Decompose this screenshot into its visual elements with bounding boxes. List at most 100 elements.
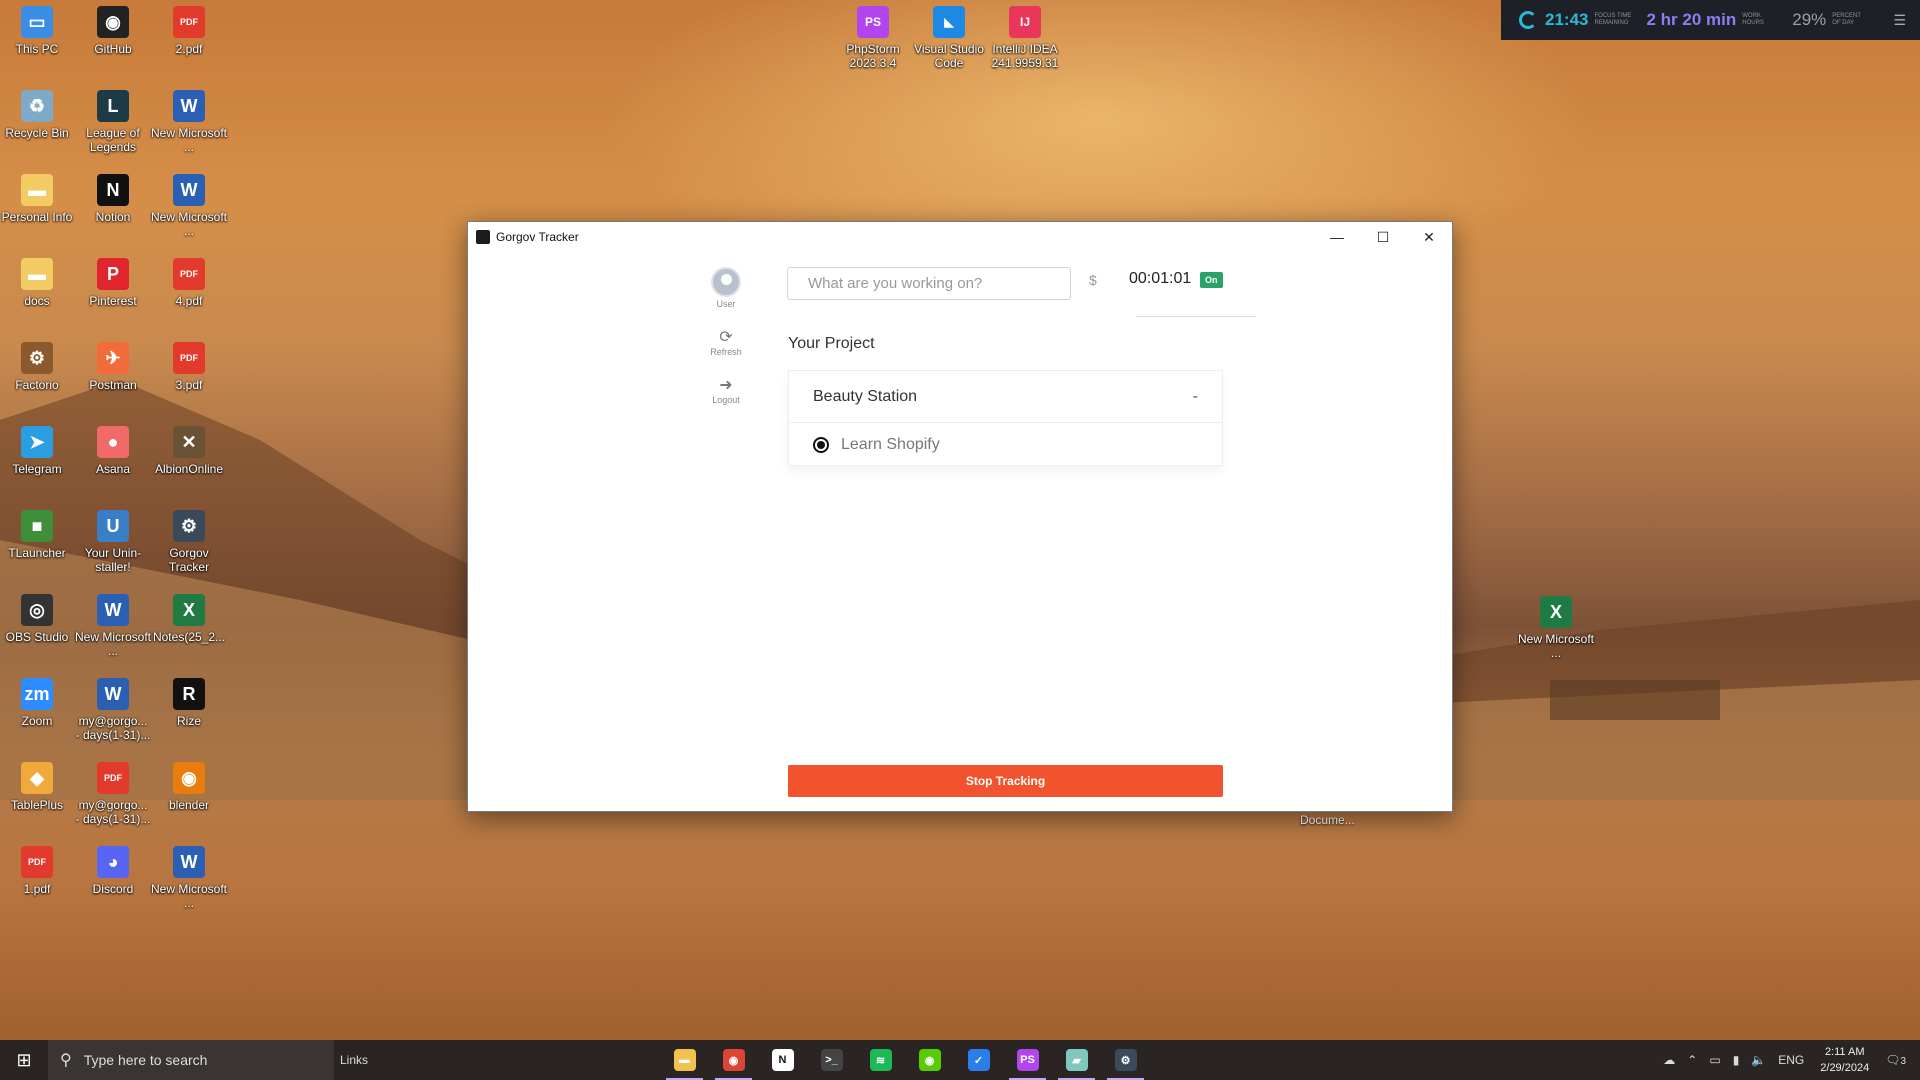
project-name: Beauty Station xyxy=(813,387,918,405)
desktop-icon[interactable]: W New Microsoft ... xyxy=(151,90,227,154)
title-bar[interactable]: Gorgov Tracker — ☐ ✕ xyxy=(468,222,1452,252)
language-indicator[interactable]: ENG xyxy=(1778,1053,1804,1067)
taskbar-app-duolingo[interactable]: ◉ xyxy=(905,1040,954,1080)
desktop-icon-label: 3.pdf xyxy=(175,378,203,392)
desktop-app-icon: W xyxy=(173,174,205,206)
desktop-icon-label: TablePlus xyxy=(10,798,64,812)
project-item[interactable]: Beauty Station - xyxy=(789,371,1222,423)
desktop-icon[interactable]: PDF 4.pdf xyxy=(151,258,227,308)
taskbar-app-phpstorm[interactable]: PS xyxy=(1003,1040,1052,1080)
taskbar-app-file-explorer[interactable]: ▬ xyxy=(660,1040,709,1080)
desktop-app-icon: U xyxy=(97,510,129,542)
sidebar-item-logout[interactable]: ➜ Logout xyxy=(686,375,766,405)
collapse-toggle[interactable]: - xyxy=(1193,388,1198,406)
desktop-icon[interactable]: W New Microsoft ... xyxy=(151,174,227,238)
sidebar: User ⟳ Refresh ➜ Logout xyxy=(686,267,766,423)
close-button[interactable]: ✕ xyxy=(1406,222,1452,252)
desktop-app-icon: ▬ xyxy=(21,258,53,290)
desktop-icon-label: Notes(25_2... xyxy=(152,630,226,644)
desktop-icon[interactable]: PS PhpStorm 2023.3.4 xyxy=(835,6,911,70)
maximize-button[interactable]: ☐ xyxy=(1360,222,1406,252)
desktop-app-icon: PDF xyxy=(97,762,129,794)
taskbar-app-chrome[interactable]: ◉ xyxy=(709,1040,758,1080)
desktop-icon[interactable]: ▬ docs xyxy=(0,258,75,308)
desktop-icon[interactable]: ◣ Visual Studio Code xyxy=(911,6,987,70)
desktop-icon[interactable]: W New Microsoft ... xyxy=(151,846,227,910)
percent-caption: PERCENT OF DAY xyxy=(1832,13,1861,26)
desktop-app-icon: PDF xyxy=(173,258,205,290)
desktop-icon[interactable]: ⚙ Factorio xyxy=(0,342,75,392)
desktop-app-icon: X xyxy=(173,594,205,626)
desktop-icon[interactable]: ➤ Telegram xyxy=(0,426,75,476)
stop-tracking-button[interactable]: Stop Tracking xyxy=(788,765,1223,797)
links-toolbar[interactable]: Links xyxy=(340,1053,368,1067)
desktop-icon-label: New Microsoft ... xyxy=(151,882,228,910)
taskbar-app-notes[interactable]: ▰ xyxy=(1052,1040,1101,1080)
desktop-icon-label: blender xyxy=(168,798,210,812)
desktop-icon-label: my@gorgo... - days(1-31)... xyxy=(75,798,151,826)
desktop-icon[interactable]: U Your Unin-staller! xyxy=(75,510,151,574)
desktop-icon[interactable]: ◉ GitHub xyxy=(75,6,151,56)
desktop-icon[interactable]: ◕ Discord xyxy=(75,846,151,896)
desktop-icon[interactable]: ▭ This PC xyxy=(0,6,75,56)
desktop-icon[interactable]: N Notion xyxy=(75,174,151,224)
sidebar-item-refresh[interactable]: ⟳ Refresh xyxy=(686,327,766,357)
desktop-icon[interactable]: PDF 2.pdf xyxy=(151,6,227,56)
desktop-icon[interactable]: ◎ OBS Studio xyxy=(0,594,75,644)
desktop-app-icon: ✕ xyxy=(173,426,205,458)
desktop-icon[interactable]: Wmy@gorgo... - days(1-31)... xyxy=(75,678,151,742)
task-description-input[interactable] xyxy=(787,267,1071,300)
desktop-icon[interactable]: W New Microsoft ... xyxy=(75,594,151,658)
desktop-icon[interactable]: P Pinterest xyxy=(75,258,151,308)
desktop-icon-label: 1.pdf xyxy=(23,882,51,896)
desktop-app-icon: ⚙ xyxy=(173,510,205,542)
taskbar-app-spotify[interactable]: ≋ xyxy=(856,1040,905,1080)
billable-toggle[interactable]: $ xyxy=(1089,272,1097,288)
taskbar-app-notion[interactable]: N xyxy=(758,1040,807,1080)
notification-icon[interactable]: 🗨3 xyxy=(1885,1053,1906,1067)
network-icon[interactable]: ▭ xyxy=(1709,1053,1720,1067)
desktop-icon[interactable]: X Notes(25_2... xyxy=(151,594,227,644)
desktop-icon[interactable]: ✕ AlbionOnline xyxy=(151,426,227,476)
taskbar-search[interactable]: ⚲ Type here to search xyxy=(48,1040,334,1080)
taskbar-app-gorgov-tracker[interactable]: ⚙ xyxy=(1101,1040,1150,1080)
desktop-icon-label: IntelliJ IDEA 241.9959.31 xyxy=(991,42,1059,70)
desktop-icon[interactable]: zm Zoom xyxy=(0,678,75,728)
desktop-icon[interactable]: PDF my@gorgo... - days(1-31)... xyxy=(75,762,151,826)
desktop-icon[interactable]: ⚙ Gorgov Tracker xyxy=(151,510,227,574)
chevron-up-icon[interactable]: ⌃ xyxy=(1687,1053,1697,1067)
desktop-icon[interactable]: ▬ Personal Info xyxy=(0,174,75,224)
desktop-app-icon: ◕ xyxy=(97,846,129,878)
taskbar-app-terminal[interactable]: >_ xyxy=(807,1040,856,1080)
desktop-icon[interactable]: L League of Legends xyxy=(75,90,151,154)
taskbar-app-todo[interactable]: ✓ xyxy=(954,1040,1003,1080)
desktop-icon-excel-right[interactable]: X New Microsoft ... xyxy=(1518,596,1594,660)
battery-icon[interactable]: ▮ xyxy=(1733,1053,1740,1067)
volume-icon[interactable]: 🔈 xyxy=(1751,1053,1766,1067)
weather-icon[interactable]: ☁ xyxy=(1663,1053,1675,1067)
desktop-icon[interactable]: ● Asana xyxy=(75,426,151,476)
task-radio-selected[interactable] xyxy=(813,436,829,453)
desktop-icon-label: Postman xyxy=(89,378,137,392)
desktop-icon[interactable]: ◉ blender xyxy=(151,762,227,812)
desktop-icon[interactable]: ■ TLauncher xyxy=(0,510,75,560)
phpstorm-icon: PS xyxy=(1016,1049,1039,1071)
desktop-app-icon: IJ xyxy=(1009,6,1041,38)
desktop-icon[interactable]: PDF 1.pdf xyxy=(0,846,75,896)
desktop-icon[interactable]: ✈ Postman xyxy=(75,342,151,392)
task-item[interactable]: Learn Shopify xyxy=(789,423,1222,466)
desktop-app-icon: ■ xyxy=(21,510,53,542)
desktop-icon-label: 2.pdf xyxy=(175,42,203,56)
clock[interactable]: 2:11 AM 2/29/2024 xyxy=(1820,1044,1869,1076)
desktop-icon[interactable]: IJ IntelliJ IDEA 241.9959.31 xyxy=(987,6,1063,70)
windows-start-icon[interactable]: ⊞ xyxy=(0,1040,48,1080)
desktop-icon[interactable]: R Rize xyxy=(151,678,227,728)
desktop-icon[interactable]: PDF 3.pdf xyxy=(151,342,227,392)
minimize-button[interactable]: — xyxy=(1314,222,1360,252)
desktop-icon[interactable]: ◆ TablePlus xyxy=(0,762,75,812)
menu-icon[interactable]: ☰ xyxy=(1893,12,1906,29)
sidebar-item-user[interactable]: User xyxy=(686,267,766,309)
desktop-icon-label-document[interactable]: Docume... xyxy=(1300,813,1355,827)
todo-icon: ✓ xyxy=(967,1049,990,1071)
desktop-icon[interactable]: ♻ Recycle Bin xyxy=(0,90,75,140)
